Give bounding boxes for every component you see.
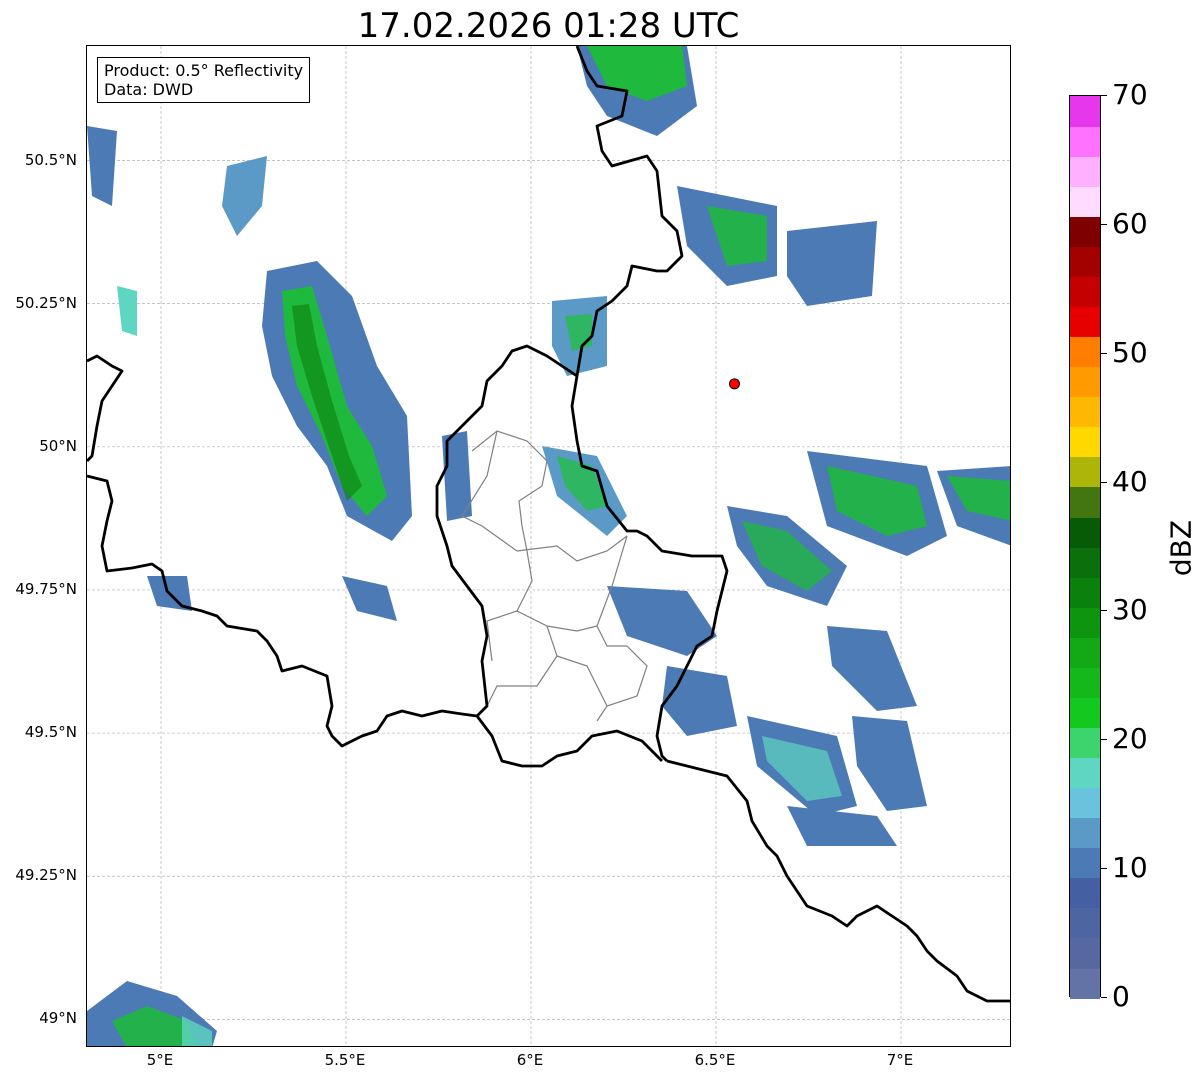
- x-tick-label: 5.5°E: [324, 1051, 366, 1069]
- colorbar-tick-label: 50: [1112, 335, 1148, 369]
- map-canvas: [87, 46, 1010, 1046]
- echo-cell: [827, 626, 917, 711]
- colorbar-segment: [1070, 456, 1100, 488]
- colorbar-segment: [1070, 246, 1100, 277]
- colorbar-segment: [1070, 396, 1100, 428]
- colorbar-tick-mark: [1101, 95, 1107, 96]
- x-tick-label: 6°E: [516, 1051, 544, 1069]
- colorbar-segment: [1070, 697, 1100, 728]
- y-tick-label: 49.25°N: [15, 866, 77, 885]
- x-tick-label: 7°E: [886, 1051, 914, 1069]
- colorbar-tick-mark: [1101, 223, 1107, 225]
- echo-cell: [117, 286, 137, 336]
- y-tick-label: 50°N: [39, 436, 77, 455]
- x-tick-label: 6.5°E: [694, 1051, 736, 1069]
- colorbar-segment: [1070, 727, 1100, 759]
- colorbar-segment: [1070, 967, 1100, 999]
- y-tick-label: 49°N: [39, 1009, 77, 1028]
- colorbar-segment: [1070, 637, 1100, 668]
- colorbar-segment: [1070, 877, 1100, 909]
- colorbar-tick-label: 0: [1112, 980, 1130, 1013]
- colorbar-segment: [1070, 516, 1100, 548]
- x-tick-label: 5°E: [146, 1051, 174, 1069]
- colorbar-segment: [1070, 847, 1100, 879]
- echo-cell: [852, 716, 927, 811]
- data-source-label: Data: DWD: [104, 80, 194, 99]
- colorbar-tick-mark: [1101, 352, 1107, 354]
- colorbar-segment: [1070, 907, 1100, 939]
- colorbar-tick-mark: [1101, 610, 1107, 612]
- colorbar-segment: [1070, 306, 1100, 338]
- radar-site-marker[interactable]: [729, 378, 740, 390]
- colorbar-segment: [1070, 96, 1100, 127]
- colorbar-tick-mark: [1101, 997, 1107, 998]
- colorbar-tick-mark: [1101, 868, 1107, 870]
- colorbar-tick-mark: [1101, 739, 1107, 741]
- colorbar-tick-label: 70: [1112, 78, 1148, 111]
- colorbar: [1069, 95, 1101, 999]
- y-tick-label: 49.75°N: [15, 579, 77, 598]
- colorbar-segment: [1070, 787, 1100, 819]
- radar-map[interactable]: [86, 45, 1011, 1047]
- colorbar-unit-label: dBZ: [1164, 519, 1198, 577]
- colorbar-tick-label: 30: [1112, 593, 1148, 627]
- y-tick-label: 50.5°N: [24, 150, 77, 169]
- colorbar-segment: [1070, 937, 1100, 969]
- colorbar-segment: [1070, 426, 1100, 458]
- colorbar-segment: [1070, 547, 1100, 578]
- y-tick-label: 49.5°N: [24, 723, 77, 742]
- colorbar-segment: [1070, 757, 1100, 789]
- colorbar-segment: [1070, 817, 1100, 849]
- colorbar-tick-label: 20: [1112, 722, 1148, 756]
- colorbar-tick-mark: [1101, 481, 1107, 483]
- colorbar-segment: [1070, 486, 1100, 518]
- colorbar-segment: [1070, 577, 1100, 608]
- colorbar-segment: [1070, 186, 1100, 217]
- info-box: Product: 0.5° Reflectivity Data: DWD: [97, 57, 311, 103]
- colorbar-segment: [1070, 276, 1100, 308]
- colorbar-segment: [1070, 667, 1100, 698]
- echo-cell: [787, 806, 897, 846]
- echo-cell: [787, 221, 877, 306]
- map-title: 17.02.2026 01:28 UTC: [357, 6, 740, 46]
- colorbar-segment: [1070, 156, 1100, 187]
- colorbar-tick-label: 40: [1112, 464, 1148, 498]
- colorbar-segment: [1070, 126, 1100, 157]
- colorbar-segment: [1070, 366, 1100, 398]
- colorbar-tick-label: 10: [1112, 851, 1148, 885]
- echo-cell: [87, 126, 117, 206]
- echo-cell: [662, 666, 737, 736]
- y-tick-label: 50.25°N: [15, 293, 77, 312]
- product-label: Product: 0.5° Reflectivity: [104, 61, 304, 80]
- colorbar-tick-label: 60: [1112, 206, 1148, 240]
- echo-cell: [342, 576, 397, 621]
- colorbar-segment: [1070, 336, 1100, 368]
- colorbar-segment: [1070, 216, 1100, 247]
- echo-cell: [222, 156, 267, 236]
- colorbar-segment: [1070, 607, 1100, 638]
